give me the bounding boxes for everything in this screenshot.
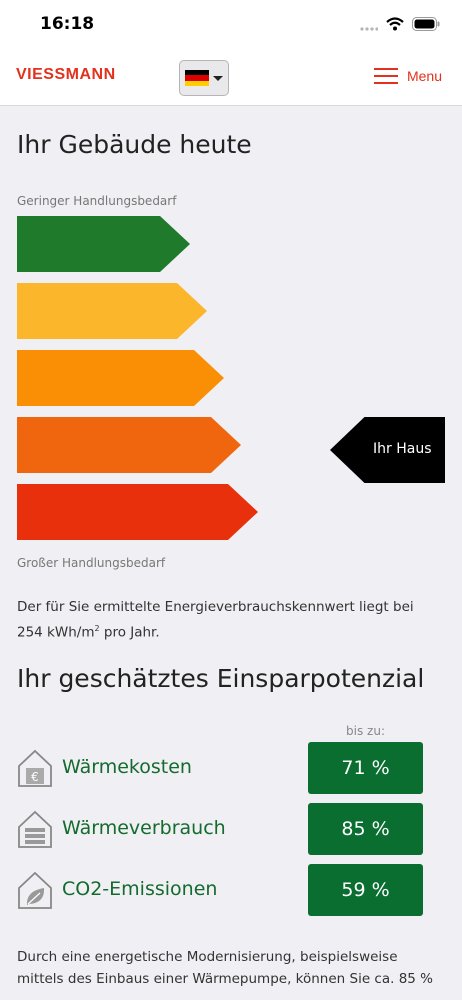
saving-label: Wärmekosten [62,756,192,778]
svg-text:€: € [31,770,39,784]
savings-title: Ihr geschätztes Einsparpotenzial [17,664,425,693]
german-flag-icon [185,70,209,86]
house-euro-icon: € [18,749,52,787]
menu-button[interactable]: Menu [373,68,442,84]
saving-row-co2: CO2-Emissionen 59 % [17,864,437,916]
language-selector[interactable] [179,60,229,96]
caret-down-icon [213,75,223,81]
energy-bar-1 [17,216,190,272]
saving-value: 59 % [308,864,423,916]
saving-row-heating-costs: € Wärmekosten 71 % [17,742,437,794]
scale-bottom-label: Großer Handlungsbedarf [17,556,166,570]
status-icons [360,16,440,35]
saving-row-heat-consumption: Wärmeverbrauch 85 % [17,803,437,855]
wifi-icon [386,16,404,35]
house-leaf-icon [18,871,52,909]
scale-top-label: Geringer Handlungsbedarf [17,194,177,208]
footer-text: Durch eine energetische Modernisierung, … [17,949,434,987]
energy-bar-3 [17,350,224,406]
saving-label: Wärmeverbrauch [62,817,226,839]
status-bar: 16:18 [0,0,462,50]
battery-icon [412,16,440,35]
energy-description: Der für Sie ermittelte Energieverbrauchs… [17,599,414,641]
menu-label: Menu [406,68,442,84]
viessmann-logo[interactable]: VIESSMANN [16,66,116,84]
app-header: VIESSMANN Menu [0,50,462,106]
building-title: Ihr Gebäude heute [17,130,252,159]
saving-value: 71 % [308,742,423,794]
your-house-label: Ihr Haus [373,441,432,457]
up-to-label: bis zu: [346,724,385,738]
energy-bar-4 [17,417,241,473]
status-time: 16:18 [40,14,95,34]
hamburger-icon [373,68,398,84]
saving-label: CO2-Emissionen [62,878,218,900]
signal-icon [360,16,379,35]
energy-bar-2 [17,283,207,339]
house-radiator-icon [18,810,52,848]
saving-value: 85 % [308,803,423,855]
energy-bar-5 [17,484,258,540]
